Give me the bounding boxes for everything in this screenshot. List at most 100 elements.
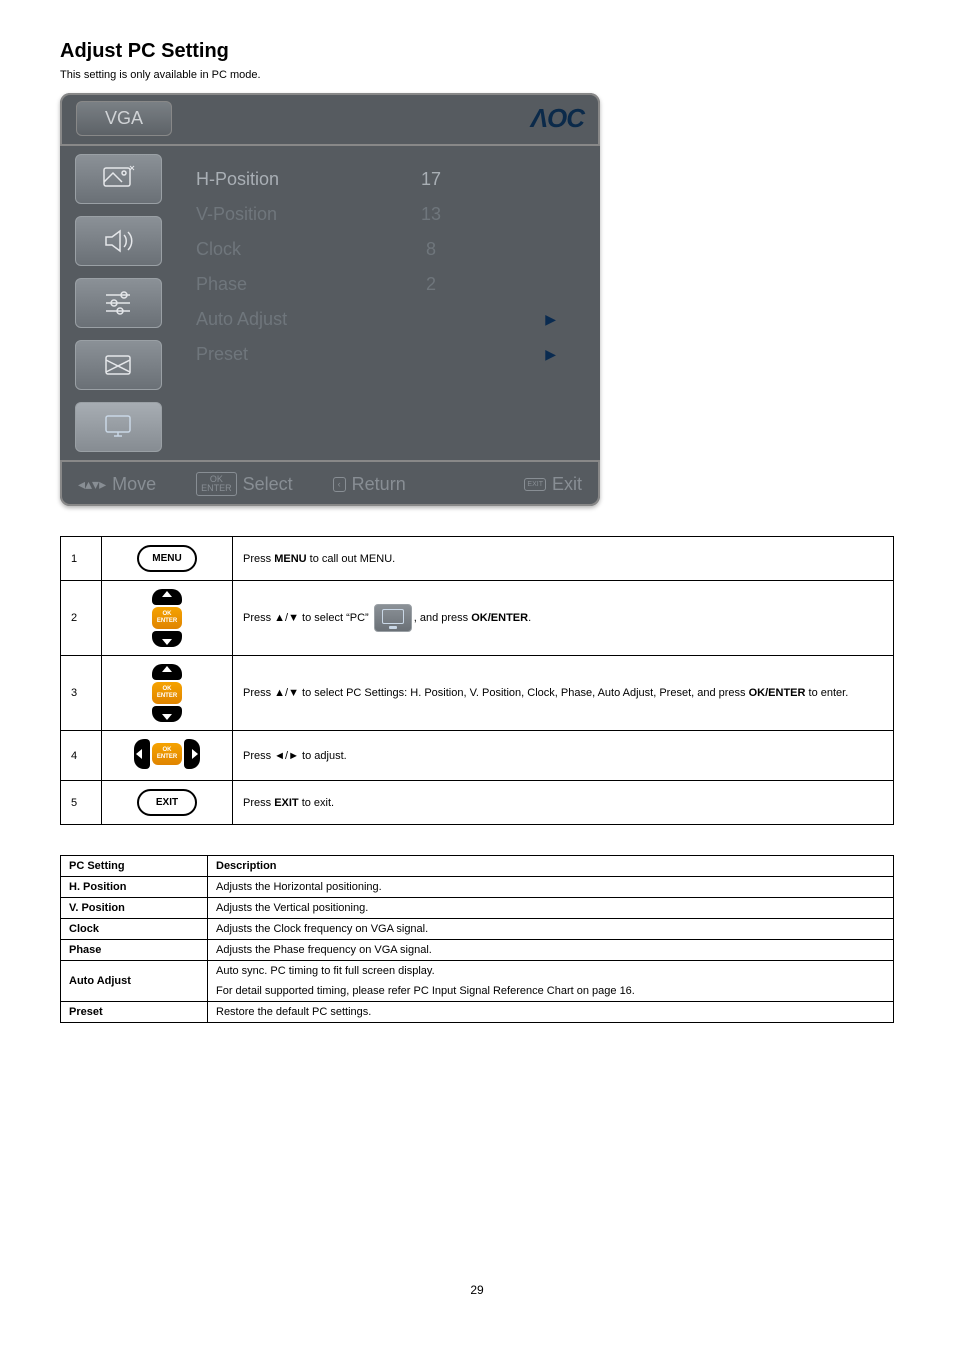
footer-return: ‹ Return	[333, 474, 406, 495]
description-table: PC Setting Description H. PositionAdjust…	[60, 855, 894, 1023]
sound-icon	[75, 216, 162, 266]
steps-table: 1 MENU Press MENU to call out MENU. 2 OKENTE…	[60, 536, 894, 825]
osd-tab: VGA	[76, 101, 172, 136]
setting-value: 13	[386, 204, 476, 225]
exit-key-icon: EXIT	[524, 478, 546, 491]
setting-row: V-Position13	[196, 197, 580, 232]
footer-move-label: Move	[112, 474, 156, 495]
triangle-icon: ▶	[545, 346, 556, 363]
setting-name: V. Position	[61, 898, 208, 919]
setting-label: Clock	[196, 239, 386, 260]
setting-desc: For detail supported timing, please refe…	[208, 981, 894, 1002]
pc-icon	[75, 402, 162, 452]
setting-label: V-Position	[196, 204, 386, 225]
triangle-icon: ▶	[545, 311, 556, 328]
table-row: PresetRestore the default PC settings.	[61, 1002, 894, 1023]
table-row: ClockAdjusts the Clock frequency on VGA …	[61, 919, 894, 940]
step-number: 3	[61, 656, 102, 731]
step-description: Press MENU to call out MENU.	[233, 537, 894, 581]
pc-icon	[374, 604, 412, 632]
osd-panel: VGA ΛOC H-Position17V-Position13Clock8Ph…	[60, 93, 600, 506]
header-setting: PC Setting	[61, 856, 208, 877]
table-row: 1 MENU Press MENU to call out MENU.	[61, 537, 894, 581]
osd-footer: ◂▴▾▸ Move OKENTER Select ‹ Return EXIT E…	[60, 460, 600, 506]
footer-move: ◂▴▾▸ Move	[78, 474, 156, 495]
setting-desc: Restore the default PC settings.	[208, 1002, 894, 1023]
page-number: 29	[60, 1283, 894, 1297]
setting-label: H-Position	[196, 169, 386, 190]
setting-row: Auto Adjust ▶	[196, 302, 580, 337]
footer-select: OKENTER Select	[196, 472, 293, 496]
page-title: Adjust PC Setting	[60, 40, 894, 63]
setting-name: Preset	[61, 1002, 208, 1023]
setting-row: H-Position17	[196, 162, 580, 197]
step-number: 1	[61, 537, 102, 581]
table-row: Auto AdjustAuto sync. PC timing to fit f…	[61, 961, 894, 982]
table-row: PhaseAdjusts the Phase frequency on VGA …	[61, 940, 894, 961]
up-down-ok-icon: OKENTER	[152, 589, 182, 647]
menu-button: MENU	[137, 545, 197, 572]
parental-icon	[75, 340, 162, 390]
step-description: Press ▲/▼ to select “PC” , and press OK/…	[233, 581, 894, 656]
table-row: H. PositionAdjusts the Horizontal positi…	[61, 877, 894, 898]
step-button-cell: OKENTER	[102, 731, 233, 781]
dpad-icon: ◂▴▾▸	[78, 476, 106, 493]
osd-settings-list: H-Position17V-Position13Clock8Phase2Auto…	[176, 146, 600, 460]
setting-row: Preset ▶	[196, 337, 580, 372]
down-arrow-icon	[152, 631, 182, 647]
header-description: Description	[208, 856, 894, 877]
table-row: V. PositionAdjusts the Vertical position…	[61, 898, 894, 919]
down-arrow-icon	[152, 706, 182, 722]
step-button-cell: MENU	[102, 537, 233, 581]
setup-icon	[75, 278, 162, 328]
setting-name: Clock	[61, 919, 208, 940]
table-row: 3OKENTERPress ▲/▼ to select PC Settings:…	[61, 656, 894, 731]
ok-enter-icon: OKENTER	[152, 682, 182, 704]
up-arrow-icon	[152, 664, 182, 680]
setting-desc: Auto sync. PC timing to fit full screen …	[208, 961, 894, 982]
setting-value: 2	[386, 274, 476, 295]
setting-name: H. Position	[61, 877, 208, 898]
step-button-cell: OKENTER	[102, 656, 233, 731]
osd-header: VGA ΛOC	[60, 101, 600, 144]
page-subtitle: This setting is only available in PC mod…	[60, 69, 894, 81]
ok-enter-icon: OKENTER	[152, 743, 182, 765]
setting-desc: Adjusts the Vertical positioning.	[208, 898, 894, 919]
footer-exit-label: Exit	[552, 474, 582, 495]
left-right-ok-icon: OKENTER	[134, 739, 200, 769]
table-row: 4 OKENTER Press ◄/► to adjust.	[61, 731, 894, 781]
table-row: 5EXITPress EXIT to exit.	[61, 781, 894, 825]
setting-label: Preset	[196, 344, 386, 365]
step-button-cell: EXIT	[102, 781, 233, 825]
setting-desc: Adjusts the Horizontal positioning.	[208, 877, 894, 898]
step-button-cell: OKENTER	[102, 581, 233, 656]
table-row: 2 OKENTER Press ▲/▼ to select “PC” , and p…	[61, 581, 894, 656]
step-number: 4	[61, 731, 102, 781]
setting-desc: Adjusts the Clock frequency on VGA signa…	[208, 919, 894, 940]
step-number: 5	[61, 781, 102, 825]
picture-icon	[75, 154, 162, 204]
step-number: 2	[61, 581, 102, 656]
setting-desc: Adjusts the Phase frequency on VGA signa…	[208, 940, 894, 961]
setting-row: Phase2	[196, 267, 580, 302]
setting-name: Phase	[61, 940, 208, 961]
table-header-row: PC Setting Description	[61, 856, 894, 877]
footer-exit: EXIT Exit	[524, 474, 582, 495]
step-description: Press EXIT to exit.	[233, 781, 894, 825]
setting-value: 8	[386, 239, 476, 260]
left-arrow-icon	[134, 739, 150, 769]
osd-category-icons	[60, 146, 176, 460]
footer-return-label: Return	[352, 474, 406, 495]
footer-select-label: Select	[243, 474, 293, 495]
back-key-icon: ‹	[333, 477, 346, 492]
up-down-ok-icon: OKENTER	[152, 664, 182, 722]
brand-logo: ΛOC	[531, 103, 584, 134]
setting-name: Auto Adjust	[61, 961, 208, 1002]
step-description: Press ◄/► to adjust.	[233, 731, 894, 781]
ok-enter-key-icon: OKENTER	[196, 472, 237, 496]
setting-row: Clock8	[196, 232, 580, 267]
setting-value: 17	[386, 169, 476, 190]
setting-label: Phase	[196, 274, 386, 295]
setting-label: Auto Adjust	[196, 309, 386, 330]
right-arrow-icon	[184, 739, 200, 769]
